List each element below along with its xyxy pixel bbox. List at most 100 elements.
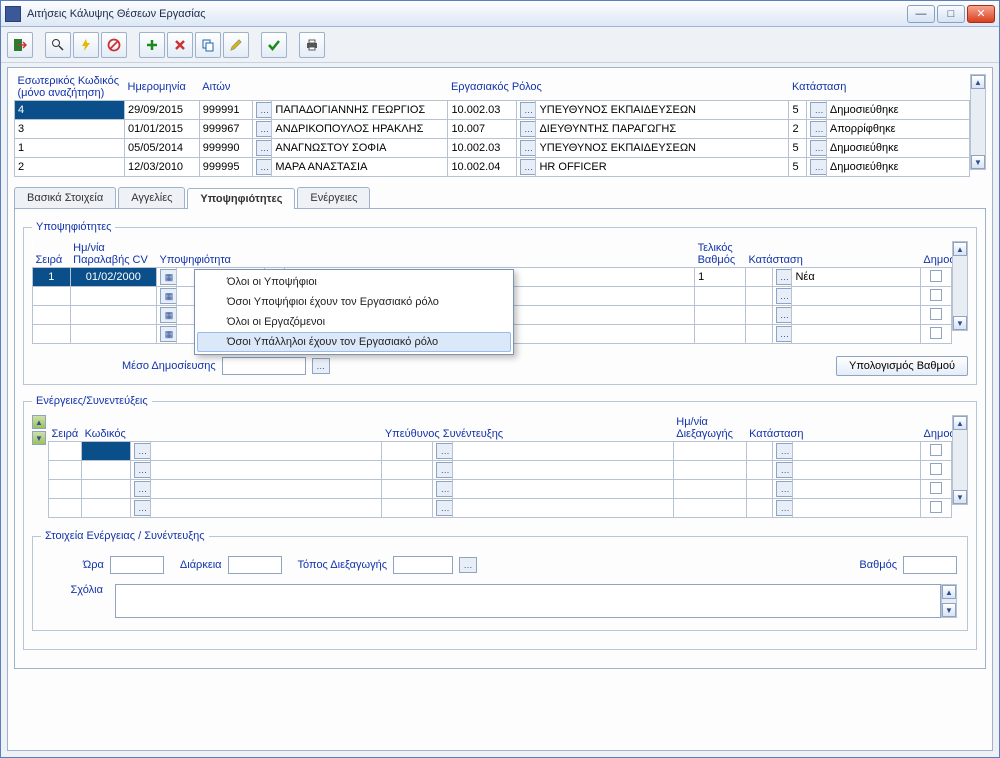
tab-basic[interactable]: Βασικά Στοιχεία [14, 187, 116, 208]
lookup-icon[interactable]: … [776, 269, 792, 285]
copy-icon[interactable] [195, 32, 221, 58]
lookup-icon[interactable]: … [520, 140, 536, 156]
publish-checkbox[interactable] [930, 308, 942, 320]
menu-all-employees[interactable]: Όλοι οι Εργαζόμενοι [197, 312, 511, 332]
lookup-icon[interactable]: … [134, 500, 150, 516]
edit-icon[interactable] [223, 32, 249, 58]
add-icon[interactable] [139, 32, 165, 58]
notes-input[interactable] [115, 584, 941, 618]
scroll-down-icon[interactable]: ▼ [953, 316, 967, 330]
lookup-icon[interactable]: … [256, 102, 272, 118]
lookup-icon[interactable]: … [776, 481, 792, 497]
master-scrollbar[interactable]: ▲ ▼ [970, 74, 986, 170]
calc-score-button[interactable]: Υπολογισμός Βαθμού [836, 356, 968, 376]
col-publish: Δημοσίευση [920, 241, 951, 268]
lookup-icon[interactable]: … [436, 500, 452, 516]
master-grid[interactable]: Εσωτερικός Κωδικός(μόνο αναζήτηση) Ημερο… [14, 74, 970, 177]
print-icon[interactable] [299, 32, 325, 58]
context-menu[interactable]: Όλοι οι Υποψήφιοι Όσοι Υποψήφιοι έχουν τ… [194, 269, 514, 355]
publish-checkbox[interactable] [930, 444, 942, 456]
col-code: Κωδικός [82, 415, 382, 442]
lookup-icon[interactable]: … [776, 500, 792, 516]
lookup-icon[interactable]: … [436, 462, 452, 478]
duration-input[interactable] [228, 556, 282, 574]
lookup-icon[interactable]: … [312, 358, 330, 374]
publish-checkbox[interactable] [930, 270, 942, 282]
medium-input[interactable] [222, 357, 306, 375]
lookup-icon[interactable]: … [256, 140, 272, 156]
action-row[interactable]: … … … [49, 499, 952, 518]
action-row[interactable]: … … … [49, 461, 952, 480]
calendar-icon[interactable]: ▦ [160, 288, 176, 304]
menu-employees-with-role[interactable]: Όσοι Υπάλληλοι έχουν τον Εργασιακό ρόλο [197, 332, 511, 352]
col-order: Σειρά [49, 415, 82, 442]
search-icon[interactable] [45, 32, 71, 58]
lookup-icon[interactable]: … [810, 140, 826, 156]
delete-icon[interactable] [167, 32, 193, 58]
scroll-up-icon[interactable]: ▲ [971, 75, 985, 89]
tab-actions[interactable]: Ενέργειες [297, 187, 370, 208]
place-input[interactable] [393, 556, 453, 574]
lookup-icon[interactable]: … [776, 307, 792, 323]
actions-legend: Ενέργειες/Συνεντεύξεις [32, 395, 152, 407]
publish-checkbox[interactable] [930, 482, 942, 494]
scroll-up-icon[interactable]: ▲ [953, 242, 967, 256]
minimize-button[interactable]: — [907, 5, 935, 23]
calendar-icon[interactable]: ▦ [160, 326, 176, 342]
lookup-icon[interactable]: … [134, 443, 150, 459]
menu-all-candidates[interactable]: Όλοι οι Υποψήφιοι [197, 272, 511, 292]
lookup-icon[interactable]: … [776, 288, 792, 304]
cand-scrollbar[interactable]: ▲ ▼ [952, 241, 968, 331]
score-input[interactable] [903, 556, 957, 574]
master-row[interactable]: 301/01/2015999967 …ΑΝΔΡΙΚΟΠΟΥΛΟΣ ΗΡΑΚΛΗΣ… [15, 120, 970, 139]
lookup-icon[interactable]: … [776, 443, 792, 459]
lookup-icon[interactable]: … [810, 121, 826, 137]
master-row[interactable]: 212/03/2010999995 …ΜΑΡΑ ΑΝΑΣΤΑΣΙΑ 10.002… [15, 158, 970, 177]
tab-candidacies[interactable]: Υποψηφιότητες [187, 188, 295, 209]
publish-checkbox[interactable] [930, 327, 942, 339]
scroll-up-icon[interactable]: ▲ [942, 585, 956, 599]
lookup-icon[interactable]: … [134, 462, 150, 478]
lookup-icon[interactable]: … [520, 102, 536, 118]
close-button[interactable]: ✕ [967, 5, 995, 23]
time-input[interactable] [110, 556, 164, 574]
lookup-icon[interactable]: … [776, 462, 792, 478]
lookup-icon[interactable]: … [134, 481, 150, 497]
publish-checkbox[interactable] [930, 289, 942, 301]
lookup-icon[interactable]: … [436, 481, 452, 497]
score-label: Βαθμός [859, 559, 897, 571]
flash-icon[interactable] [73, 32, 99, 58]
scroll-down-icon[interactable]: ▼ [953, 490, 967, 504]
action-row[interactable]: … … … [49, 480, 952, 499]
confirm-icon[interactable] [261, 32, 287, 58]
move-up-icon[interactable]: ▲ [32, 415, 46, 429]
calendar-icon[interactable]: ▦ [160, 269, 176, 285]
master-row[interactable]: 4 29/09/2015 999991 … ΠΑΠΑΔΟΓΙΑΝΝΗΣ ΓΕΩΡ… [15, 101, 970, 120]
publish-checkbox[interactable] [930, 463, 942, 475]
maximize-button[interactable]: □ [937, 5, 965, 23]
actions-scrollbar[interactable]: ▲ ▼ [952, 415, 968, 505]
exit-icon[interactable] [7, 32, 33, 58]
publish-checkbox[interactable] [930, 501, 942, 513]
lookup-icon[interactable]: … [436, 443, 452, 459]
lookup-icon[interactable]: … [810, 102, 826, 118]
notes-scrollbar[interactable]: ▲ ▼ [941, 584, 957, 618]
lookup-icon[interactable]: … [520, 121, 536, 137]
calendar-icon[interactable]: ▦ [160, 307, 176, 323]
lookup-icon[interactable]: … [256, 121, 272, 137]
cancel-icon[interactable] [101, 32, 127, 58]
lookup-icon[interactable]: … [459, 557, 477, 573]
lookup-icon[interactable]: … [810, 159, 826, 175]
tab-ads[interactable]: Αγγελίες [118, 187, 185, 208]
master-row[interactable]: 105/05/2014999990 …ΑΝΑΓΝΩΣΤΟΥ ΣΟΦΙΑ 10.0… [15, 139, 970, 158]
lookup-icon[interactable]: … [776, 326, 792, 342]
scroll-down-icon[interactable]: ▼ [942, 603, 956, 617]
lookup-icon[interactable]: … [520, 159, 536, 175]
lookup-icon[interactable]: … [256, 159, 272, 175]
move-down-icon[interactable]: ▼ [32, 431, 46, 445]
menu-candidates-with-role[interactable]: Όσοι Υποψήφιοι έχουν τον Εργασιακό ρόλο [197, 292, 511, 312]
scroll-down-icon[interactable]: ▼ [971, 155, 985, 169]
action-row[interactable]: … … … [49, 442, 952, 461]
scroll-up-icon[interactable]: ▲ [953, 416, 967, 430]
actions-grid[interactable]: Σειρά Κωδικός Υπεύθυνος Συνέντευξης Ημ/ν… [48, 415, 952, 518]
